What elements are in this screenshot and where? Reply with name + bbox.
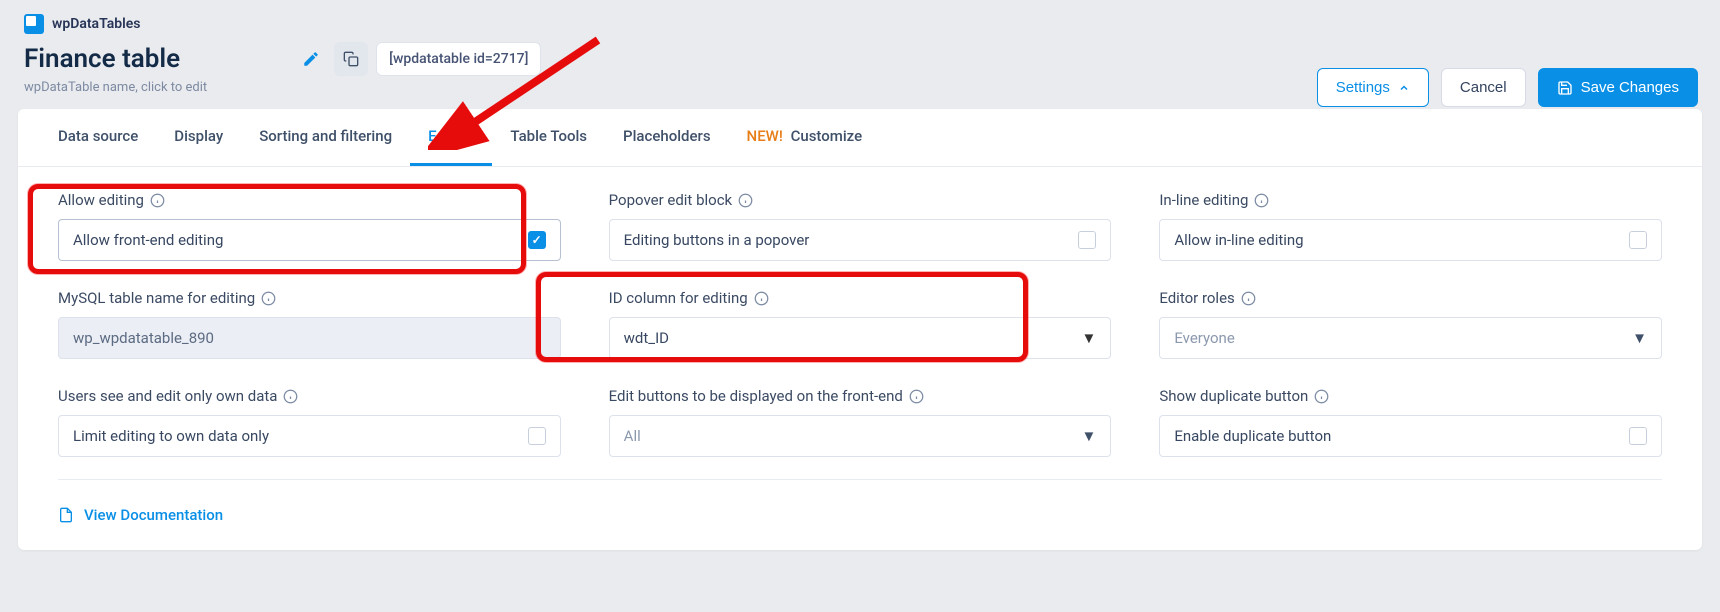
label-mysql: MySQL table name for editing xyxy=(58,289,561,307)
checkbox-icon xyxy=(528,427,546,445)
mysql-table-input: wp_wpdatatable_890 xyxy=(58,317,561,359)
label-allow-editing: Allow editing xyxy=(58,191,561,209)
info-icon[interactable] xyxy=(261,291,276,306)
chevron-down-icon: ▼ xyxy=(1081,427,1096,445)
new-tag: NEW! xyxy=(747,127,783,145)
tab-sorting-filtering[interactable]: Sorting and filtering xyxy=(241,109,410,166)
edit-buttons-select[interactable]: All ▼ xyxy=(609,415,1112,457)
info-icon[interactable] xyxy=(1254,193,1269,208)
toggle-own-data[interactable]: Limit editing to own data only xyxy=(58,415,561,457)
tab-placeholders[interactable]: Placeholders xyxy=(605,109,729,166)
tab-customize[interactable]: NEW! Customize xyxy=(729,109,881,166)
settings-button[interactable]: Settings xyxy=(1317,68,1429,107)
divider xyxy=(58,479,1662,480)
chevron-up-icon xyxy=(1398,82,1410,94)
tab-display[interactable]: Display xyxy=(156,109,241,166)
label-roles: Editor roles xyxy=(1159,289,1662,307)
file-icon xyxy=(58,507,74,523)
shortcode-display[interactable]: [wpdatatable id=2717] xyxy=(376,42,541,76)
field-edit-buttons: Edit buttons to be displayed on the fron… xyxy=(609,387,1112,457)
field-own-data: Users see and edit only own data Limit e… xyxy=(58,387,561,457)
info-icon[interactable] xyxy=(909,389,924,404)
info-icon[interactable] xyxy=(1314,389,1329,404)
info-icon[interactable] xyxy=(1241,291,1256,306)
field-allow-editing: Allow editing Allow front-end editing xyxy=(58,191,561,261)
label-duplicate: Show duplicate button xyxy=(1159,387,1662,405)
checkbox-icon xyxy=(1629,427,1647,445)
editing-tab-content: Allow editing Allow front-end editing Po… xyxy=(18,167,1702,550)
id-column-select[interactable]: wdt_ID ▼ xyxy=(609,317,1112,359)
label-inline: In-line editing xyxy=(1159,191,1662,209)
save-label: Save Changes xyxy=(1581,79,1679,96)
toggle-allow-editing[interactable]: Allow front-end editing xyxy=(58,219,561,261)
settings-panel: Data source Display Sorting and filterin… xyxy=(18,109,1702,550)
label-edit-buttons: Edit buttons to be displayed on the fron… xyxy=(609,387,1112,405)
label-own-data: Users see and edit only own data xyxy=(58,387,561,405)
copy-shortcode-button[interactable] xyxy=(334,42,368,76)
field-mysql-table: MySQL table name for editing wp_wpdatata… xyxy=(58,289,561,359)
checkbox-icon xyxy=(528,231,546,249)
settings-grid: Allow editing Allow front-end editing Po… xyxy=(58,191,1662,457)
tab-editing[interactable]: Editing xyxy=(410,109,492,166)
field-duplicate-button: Show duplicate button Enable duplicate b… xyxy=(1159,387,1662,457)
toggle-popover[interactable]: Editing buttons in a popover xyxy=(609,219,1112,261)
info-icon[interactable] xyxy=(283,389,298,404)
field-editor-roles: Editor roles Everyone ▼ xyxy=(1159,289,1662,359)
label-popover: Popover edit block xyxy=(609,191,1112,209)
customize-label: Customize xyxy=(791,127,863,145)
field-popover-edit: Popover edit block Editing buttons in a … xyxy=(609,191,1112,261)
app-header: wpDataTables xyxy=(0,0,1720,34)
checkbox-icon xyxy=(1078,231,1096,249)
tabs-row: Data source Display Sorting and filterin… xyxy=(18,109,1702,167)
toggle-duplicate[interactable]: Enable duplicate button xyxy=(1159,415,1662,457)
edit-title-button[interactable] xyxy=(294,42,328,76)
label-id-column: ID column for editing xyxy=(609,289,1112,307)
info-icon[interactable] xyxy=(150,193,165,208)
save-icon xyxy=(1557,80,1573,96)
cancel-button[interactable]: Cancel xyxy=(1441,68,1526,107)
editor-roles-select[interactable]: Everyone ▼ xyxy=(1159,317,1662,359)
field-inline-editing: In-line editing Allow in-line editing xyxy=(1159,191,1662,261)
cancel-label: Cancel xyxy=(1460,79,1507,96)
checkbox-icon xyxy=(1629,231,1647,249)
tab-data-source[interactable]: Data source xyxy=(40,109,156,166)
save-button[interactable]: Save Changes xyxy=(1538,68,1698,107)
chevron-down-icon: ▼ xyxy=(1081,329,1096,347)
field-id-column: ID column for editing wdt_ID ▼ xyxy=(609,289,1112,359)
app-logo-icon xyxy=(24,14,44,34)
toggle-inline[interactable]: Allow in-line editing xyxy=(1159,219,1662,261)
settings-label: Settings xyxy=(1336,79,1390,96)
doc-link[interactable]: View Documentation xyxy=(58,498,223,532)
app-name: wpDataTables xyxy=(52,16,140,32)
page-title[interactable]: Finance table xyxy=(24,44,180,74)
info-icon[interactable] xyxy=(738,193,753,208)
info-icon[interactable] xyxy=(754,291,769,306)
top-buttons: Settings Cancel Save Changes xyxy=(1317,68,1698,107)
chevron-down-icon: ▼ xyxy=(1632,329,1647,347)
tab-table-tools[interactable]: Table Tools xyxy=(492,109,605,166)
